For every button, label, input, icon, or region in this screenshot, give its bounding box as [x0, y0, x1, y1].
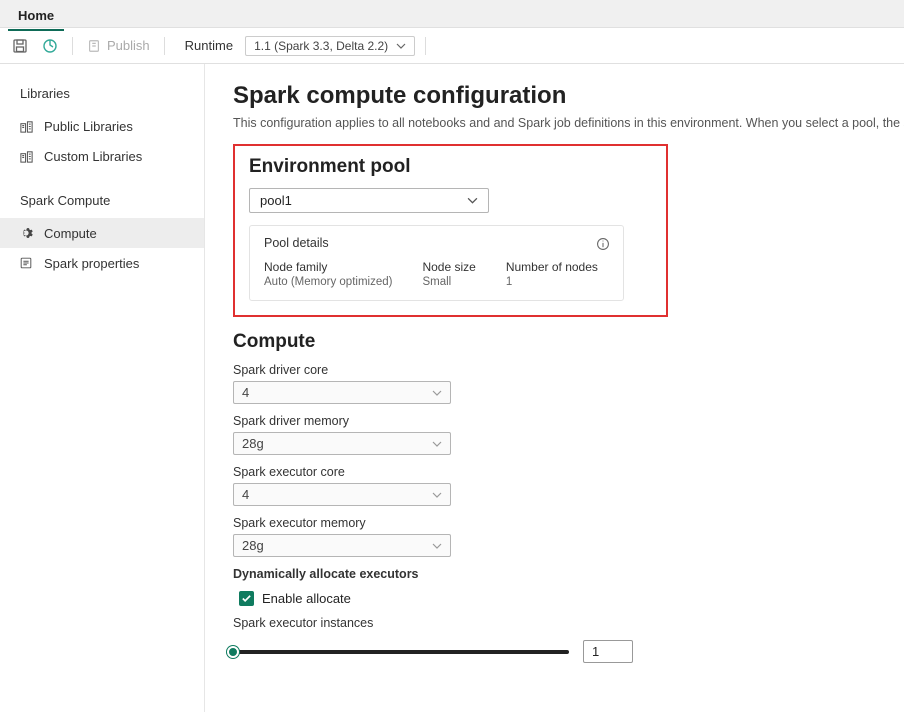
executor-core-value: 4	[242, 487, 249, 502]
gear-icon	[18, 225, 34, 241]
executor-memory-value: 28g	[242, 538, 264, 553]
enable-allocate-label: Enable allocate	[262, 591, 351, 606]
executor-instances-input[interactable]: 1	[583, 640, 633, 663]
environment-pool-section: Environment pool pool1 Pool details Node…	[233, 144, 668, 317]
pool-details-title: Pool details	[264, 236, 609, 250]
enable-allocate-checkbox[interactable]: Enable allocate	[233, 585, 904, 606]
chevron-down-icon	[467, 195, 478, 206]
sidebar-group-spark-compute: Spark Compute	[0, 189, 204, 218]
publish-button[interactable]: Publish	[83, 36, 154, 55]
executor-instances-label: Spark executor instances	[233, 616, 904, 630]
toolbar: Publish Runtime 1.1 (Spark 3.3, Delta 2.…	[0, 28, 904, 64]
executor-core-label: Spark executor core	[233, 465, 904, 479]
chevron-down-icon	[432, 388, 442, 398]
executor-core-select[interactable]: 4	[233, 483, 451, 506]
sidebar-item-label: Custom Libraries	[44, 149, 142, 164]
num-nodes-value: 1	[506, 276, 598, 288]
driver-memory-select[interactable]: 28g	[233, 432, 451, 455]
sidebar-group-libraries: Libraries	[0, 82, 204, 111]
discard-icon[interactable]	[38, 34, 62, 58]
executor-memory-label: Spark executor memory	[233, 516, 904, 530]
pool-selected-value: pool1	[260, 193, 292, 208]
toolbar-separator-3	[425, 37, 426, 55]
runtime-label: Runtime	[175, 38, 239, 53]
sidebar-item-label: Compute	[44, 226, 97, 241]
driver-core-label: Spark driver core	[233, 363, 904, 377]
sidebar-item-label: Spark properties	[44, 256, 139, 271]
tab-home[interactable]: Home	[8, 4, 64, 31]
runtime-dropdown[interactable]: 1.1 (Spark 3.3, Delta 2.2)	[245, 36, 415, 56]
pool-node-family: Node family Auto (Memory optimized)	[264, 260, 392, 288]
chevron-down-icon	[432, 541, 442, 551]
properties-icon	[18, 255, 34, 271]
node-family-value: Auto (Memory optimized)	[264, 276, 392, 288]
pool-details-card: Pool details Node family Auto (Memory op…	[249, 225, 624, 301]
publish-label: Publish	[107, 38, 150, 53]
slider-thumb[interactable]	[227, 646, 239, 658]
info-icon[interactable]	[595, 236, 611, 252]
driver-core-select[interactable]: 4	[233, 381, 451, 404]
sidebar-item-label: Public Libraries	[44, 119, 133, 134]
building-icon	[18, 118, 34, 134]
node-size-label: Node size	[422, 260, 475, 274]
runtime-value: 1.1 (Spark 3.3, Delta 2.2)	[254, 39, 388, 53]
node-size-value: Small	[422, 276, 475, 288]
save-icon[interactable]	[8, 34, 32, 58]
driver-memory-value: 28g	[242, 436, 264, 451]
page-subtitle: This configuration applies to all notebo…	[233, 116, 904, 130]
toolbar-separator	[72, 37, 73, 55]
pool-node-size: Node size Small	[422, 260, 475, 288]
chevron-down-icon	[432, 490, 442, 500]
sidebar-item-public-libraries[interactable]: Public Libraries	[0, 111, 204, 141]
sidebar: Libraries Public Libraries Custom Librar…	[0, 64, 205, 712]
driver-core-value: 4	[242, 385, 249, 400]
driver-memory-label: Spark driver memory	[233, 414, 904, 428]
executor-memory-select[interactable]: 28g	[233, 534, 451, 557]
sidebar-item-custom-libraries[interactable]: Custom Libraries	[0, 141, 204, 171]
sidebar-item-compute[interactable]: Compute	[0, 218, 204, 248]
executor-instances-slider[interactable]	[233, 650, 569, 654]
num-nodes-label: Number of nodes	[506, 260, 598, 274]
top-tab-bar: Home	[0, 0, 904, 28]
checkmark-icon	[239, 591, 254, 606]
toolbar-separator-2	[164, 37, 165, 55]
main-content: Spark compute configuration This configu…	[205, 64, 904, 712]
node-family-label: Node family	[264, 260, 392, 274]
building-icon	[18, 148, 34, 164]
chevron-down-icon	[396, 41, 406, 51]
page-title: Spark compute configuration	[233, 82, 904, 110]
pool-dropdown[interactable]: pool1	[249, 188, 489, 213]
dynamic-allocate-label: Dynamically allocate executors	[233, 567, 904, 581]
environment-pool-heading: Environment pool	[249, 156, 652, 178]
pool-num-nodes: Number of nodes 1	[506, 260, 598, 288]
compute-heading: Compute	[233, 331, 904, 353]
sidebar-item-spark-properties[interactable]: Spark properties	[0, 248, 204, 278]
chevron-down-icon	[432, 439, 442, 449]
